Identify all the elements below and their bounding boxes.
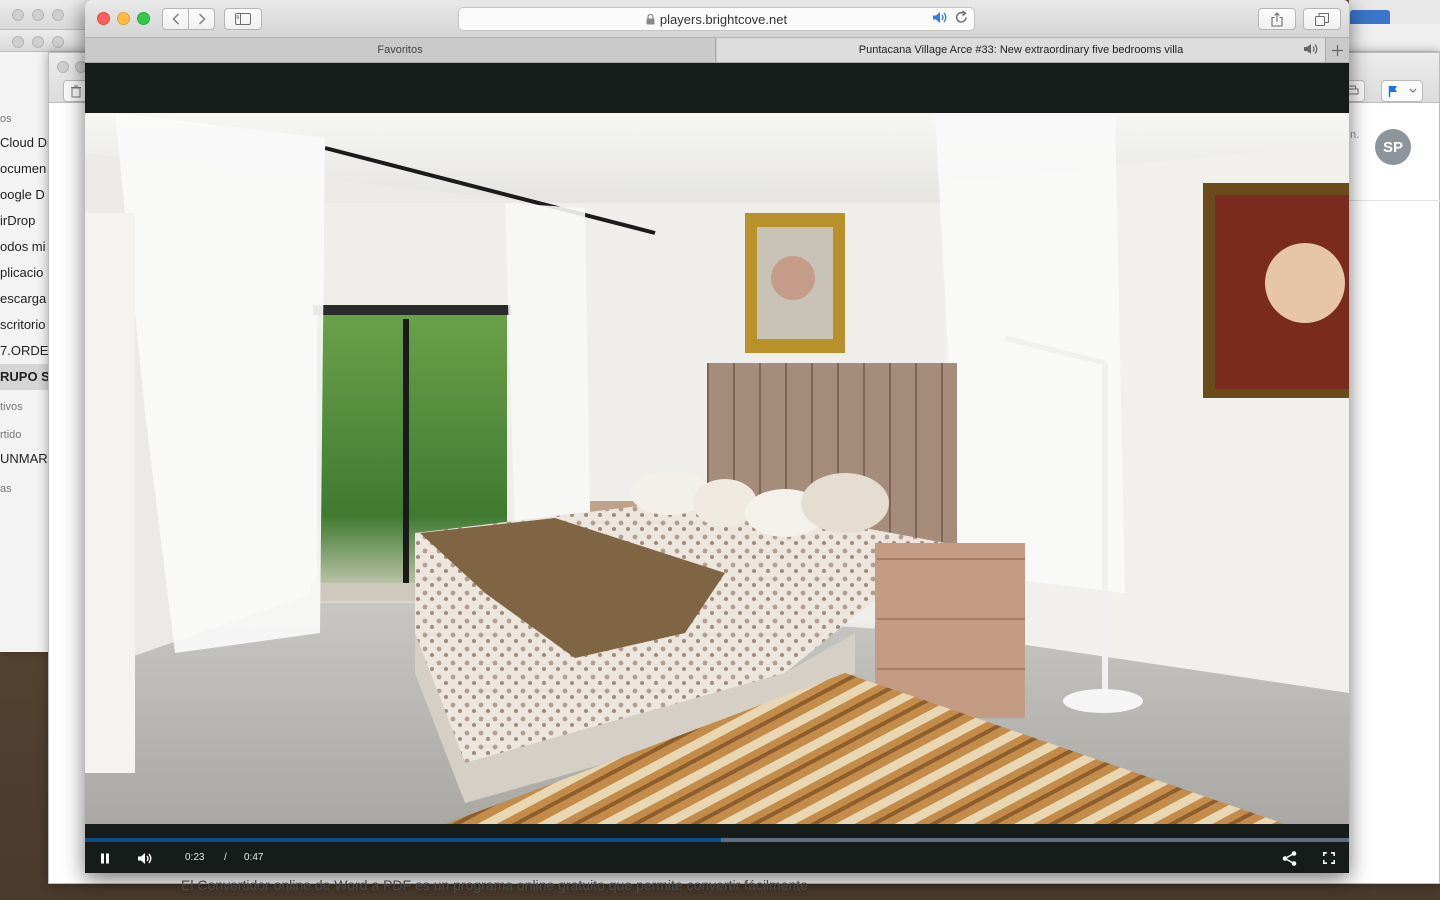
- video-control-bar: [85, 824, 1349, 873]
- bg-minimize-button[interactable]: [32, 36, 44, 48]
- window-minimize-button[interactable]: [117, 12, 130, 25]
- safari-window[interactable]: players.brightcove.net Favoritos Puntaca…: [85, 0, 1349, 873]
- sidebar-icon: [235, 13, 251, 25]
- mail-body-text: El Convertidor online de Word a PDF es u…: [181, 877, 808, 893]
- fullscreen-icon: [1323, 852, 1335, 864]
- finder-close-button[interactable]: [12, 9, 24, 21]
- video-frame[interactable]: [85, 113, 1349, 824]
- trash-icon: [71, 85, 81, 97]
- share-video-button[interactable]: [1279, 848, 1299, 868]
- flag-icon: [1388, 86, 1397, 97]
- finder-minimize-button[interactable]: [32, 9, 44, 21]
- address-text: players.brightcove.net: [659, 11, 788, 27]
- tabs-overview-button[interactable]: [1303, 8, 1341, 30]
- chevron-left-icon: [172, 13, 179, 25]
- mail-header-fragment: n.: [1350, 129, 1360, 141]
- address-bar[interactable]: players.brightcove.net: [458, 7, 975, 31]
- video-progress-bar[interactable]: [85, 838, 1349, 842]
- share-icon: [1271, 11, 1283, 27]
- fullscreen-button[interactable]: [1319, 848, 1339, 868]
- share-button[interactable]: [1258, 8, 1296, 30]
- duration: 0:47: [244, 852, 264, 863]
- window-close-button[interactable]: [97, 12, 110, 25]
- tab-bar: Favoritos Puntacana Village Arce #33: Ne…: [85, 38, 1349, 63]
- speaker-icon[interactable]: [932, 11, 948, 27]
- tab-puntacana-video[interactable]: Puntacana Village Arce #33: New extraord…: [717, 38, 1325, 62]
- tab-favoritos[interactable]: Favoritos: [85, 38, 716, 62]
- mail-header-divider: [1349, 200, 1440, 201]
- sidebar-button[interactable]: [224, 8, 262, 30]
- new-tab-button[interactable]: [1325, 38, 1349, 62]
- chevron-down-icon: [1409, 88, 1416, 93]
- volume-icon: [138, 852, 152, 864]
- background-window-toolbar-edge: [1349, 24, 1440, 52]
- video-progress-fill: [85, 838, 721, 842]
- lock-icon: [646, 13, 655, 24]
- time-separator: /: [224, 852, 227, 863]
- plus-icon: [1332, 44, 1343, 56]
- volume-button[interactable]: [135, 848, 155, 868]
- mail-flag-button[interactable]: [1381, 80, 1423, 102]
- mail-close-button[interactable]: [57, 61, 69, 73]
- finder-zoom-button[interactable]: [52, 9, 64, 21]
- tab-label: Puntacana Village Arce #33: New extraord…: [858, 44, 1184, 56]
- current-time: 0:23: [185, 852, 205, 863]
- chevron-right-icon: [198, 13, 205, 25]
- bg-zoom-button[interactable]: [52, 36, 64, 48]
- pause-icon: [101, 853, 109, 863]
- tab-label: Favoritos: [377, 44, 423, 56]
- safari-toolbar: players.brightcove.net: [85, 0, 1349, 38]
- window-zoom-button[interactable]: [137, 12, 150, 25]
- reload-icon[interactable]: [955, 10, 968, 27]
- sender-avatar: SP: [1375, 129, 1411, 165]
- share-nodes-icon: [1282, 850, 1296, 866]
- bedroom-video-image: [85, 113, 1349, 824]
- video-letterbox-top: [85, 63, 1349, 113]
- tabs-overview-icon: [1315, 12, 1329, 26]
- tab-audio-speaker-icon[interactable]: [1303, 43, 1319, 58]
- back-button[interactable]: [162, 8, 189, 30]
- bg-close-button[interactable]: [12, 36, 24, 48]
- forward-button[interactable]: [188, 8, 215, 30]
- pause-button[interactable]: [97, 848, 113, 868]
